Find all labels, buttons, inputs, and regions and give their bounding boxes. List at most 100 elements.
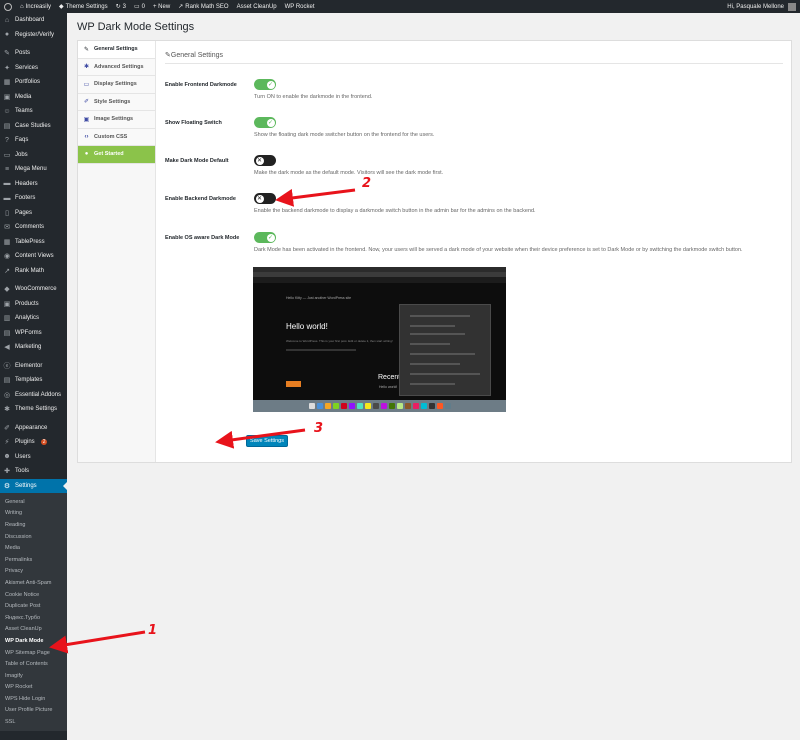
asset-cleanup-link[interactable]: Asset CleanUp [233, 0, 281, 13]
submenu-item-cookie-notice[interactable]: Cookie Notice [0, 589, 67, 601]
wp-rocket-link[interactable]: WP Rocket [281, 0, 319, 13]
theme-settings-link[interactable]: ◆ Theme Settings [55, 0, 112, 13]
submenu-item-user-profile-picture[interactable]: User Profile Picture [0, 705, 67, 717]
tab-custom-css[interactable]: ‹› Custom CSS [78, 128, 155, 146]
sidebar-item-label: Services [15, 64, 39, 71]
submenu-item-writing[interactable]: Writing [0, 508, 67, 520]
sidebar-item-teams[interactable]: ☺ Teams [0, 104, 67, 119]
submenu-item-privacy[interactable]: Privacy [0, 566, 67, 578]
setting-label-make-dark-mode-default: Make Dark Mode Default [165, 158, 229, 164]
toggle-enable-backend-darkmode[interactable]: ✕ [254, 193, 276, 204]
submenu-item-reading[interactable]: Reading [0, 519, 67, 531]
tools-icon: ✚ [4, 468, 10, 476]
pages-icon: ▯ [5, 209, 9, 217]
dark-mode-preview-image: Hello Kitty — Just another WordPress sit… [253, 267, 506, 412]
sidebar-item-label: Register/Verify [15, 31, 55, 38]
tab-general-settings[interactable]: ✎ General Settings [78, 41, 155, 59]
submenu-item-wp-rocket[interactable]: WP Rocket [0, 682, 67, 694]
tablepress-icon: ▦ [3, 238, 11, 246]
submenu-item-wps-hide-login[interactable]: WPS Hide Login [0, 693, 67, 705]
toggle-enable-frontend-darkmode[interactable]: ✓ [254, 79, 276, 90]
sidebar-item-faqs[interactable]: ? Faqs [0, 133, 67, 148]
toggle-enable-os-aware-dark-mode[interactable]: ✓ [254, 232, 276, 243]
submenu-item-discussion[interactable]: Discussion [0, 531, 67, 543]
sidebar-item-label: Faqs [15, 137, 29, 144]
wpforms-icon: ▤ [3, 329, 11, 337]
toggle-show-floating-switch[interactable]: ✓ [254, 117, 276, 128]
sidebar-item-products[interactable]: ▣ Products [0, 297, 67, 312]
sidebar-item-tablepress[interactable]: ▦ TablePress [0, 235, 67, 250]
sidebar-item-templates[interactable]: ▤ Templates [0, 373, 67, 388]
tab-get-started[interactable]: ● Get Started [78, 146, 155, 164]
submenu-item-yandex-turbo[interactable]: Яндекс.Турбо [0, 612, 67, 624]
sidebar-item-wpforms[interactable]: ▤ WPForms [0, 326, 67, 341]
tab-style-settings[interactable]: ✐ Style Settings [78, 93, 155, 111]
updates-link[interactable]: ↻ 3 [112, 0, 130, 13]
tab-image-settings[interactable]: ▣ Image Settings [78, 111, 155, 129]
sidebar-item-comments[interactable]: ✉ Comments [0, 220, 67, 235]
account-menu[interactable]: Hi, Pasquale Mellone [723, 0, 800, 13]
x-icon: ✕ [255, 156, 264, 165]
tab-advanced-settings[interactable]: ✱ Advanced Settings [78, 58, 155, 76]
wp-rocket-label: WP Rocket [284, 3, 315, 10]
sidebar-item-essential-addons[interactable]: ◎ Essential Addons [0, 388, 67, 403]
sidebar-item-woocommerce[interactable]: ◆ WooCommerce [0, 282, 67, 297]
sidebar-item-pages[interactable]: ▯ Pages [0, 206, 67, 221]
submenu-item-asset-cleanup[interactable]: Asset CleanUp [0, 624, 67, 636]
rank-math-icon: ↗ [178, 4, 184, 10]
sidebar-item-settings[interactable]: ⚙ Settings [0, 478, 67, 493]
sidebar-item-rank-math[interactable]: ↗ Rank Math [0, 264, 67, 279]
sidebar-item-appearance[interactable]: ✐ Appearance [0, 421, 67, 436]
submenu-item-permalinks[interactable]: Permalinks [0, 554, 67, 566]
tab-display-settings[interactable]: ▭ Display Settings [78, 76, 155, 94]
sidebar-item-analytics[interactable]: ▥ Analytics [0, 311, 67, 326]
sidebar-item-theme-settings[interactable]: ✱ Theme Settings [0, 402, 67, 417]
sidebar-item-label: Content Views [15, 253, 54, 260]
submenu-item-general[interactable]: General [0, 496, 67, 508]
elementor-icon: ⓔ [3, 362, 11, 370]
rank-math-link[interactable]: ↗ Rank Math SEO [174, 0, 232, 13]
sidebar-item-tools[interactable]: ✚ Tools [0, 464, 67, 479]
portfolios-icon: ▦ [3, 79, 11, 87]
setting-label-enable-os-aware-dark-mode: Enable OS aware Dark Mode [165, 235, 240, 241]
sidebar-item-register-verify[interactable]: ● Register/Verify [0, 28, 67, 43]
check-icon: ✓ [266, 233, 275, 242]
submenu-item-duplicate-post[interactable]: Duplicate Post [0, 600, 67, 612]
submenu-item-table-of-contents[interactable]: Table of Contents [0, 658, 67, 670]
sidebar-item-label: Teams [15, 108, 33, 115]
toggle-make-dark-mode-default[interactable]: ✕ [254, 155, 276, 166]
preview-post-text: Welcome to WordPress. This is your first… [286, 339, 393, 343]
sidebar-item-dashboard[interactable]: ⌂ Dashboard [0, 13, 67, 28]
sidebar-item-mega-menu[interactable]: ≡ Mega Menu [0, 162, 67, 177]
save-settings-button[interactable]: Save Settings [246, 435, 288, 447]
tab-label: Get Started [94, 151, 124, 158]
submenu-item-akismet-anti-spam[interactable]: Akismet Anti-Spam [0, 577, 67, 589]
sidebar-item-content-views[interactable]: ◉ Content Views [0, 249, 67, 264]
sidebar-item-portfolios[interactable]: ▦ Portfolios [0, 75, 67, 90]
essential-addons-icon: ◎ [3, 391, 11, 399]
sidebar-item-plugins[interactable]: ⚡ Plugins 2 [0, 435, 67, 450]
new-content-link[interactable]: + New [149, 0, 174, 13]
wp-logo-menu[interactable] [0, 0, 16, 13]
sidebar-item-footers[interactable]: ▬ Footers [0, 191, 67, 206]
sidebar-item-case-studies[interactable]: ▤ Case Studies [0, 119, 67, 134]
submenu-item-ssl[interactable]: SSL [0, 716, 67, 728]
sidebar-item-media[interactable]: ▣ Media [0, 90, 67, 105]
page-title: WP Dark Mode Settings [77, 21, 195, 33]
submenu-item-wp-sitemap-page[interactable]: WP Sitemap Page [0, 647, 67, 659]
sidebar-item-marketing[interactable]: ◀ Marketing [0, 340, 67, 355]
sidebar-item-posts[interactable]: ✎ Posts [0, 46, 67, 61]
sidebar-item-jobs[interactable]: ▭ Jobs [0, 148, 67, 163]
comment-icon: ▭ [134, 4, 140, 10]
submenu-item-media[interactable]: Media [0, 542, 67, 554]
comments-link[interactable]: ▭ 0 [130, 0, 149, 13]
sidebar-item-users[interactable]: ☻ Users [0, 450, 67, 465]
sidebar-item-services[interactable]: ✦ Services [0, 61, 67, 76]
sidebar-item-label: Analytics [15, 315, 40, 322]
submenu-item-imagify[interactable]: Imagify [0, 670, 67, 682]
sidebar-item-elementor[interactable]: ⓔ Elementor [0, 359, 67, 374]
site-name-link[interactable]: ⌂ Increasily [16, 0, 55, 13]
submenu-item-wp-dark-mode[interactable]: WP Dark Mode [0, 635, 67, 647]
sidebar-item-headers[interactable]: ▬ Headers [0, 177, 67, 192]
general-settings-icon: ✎ [83, 46, 90, 53]
